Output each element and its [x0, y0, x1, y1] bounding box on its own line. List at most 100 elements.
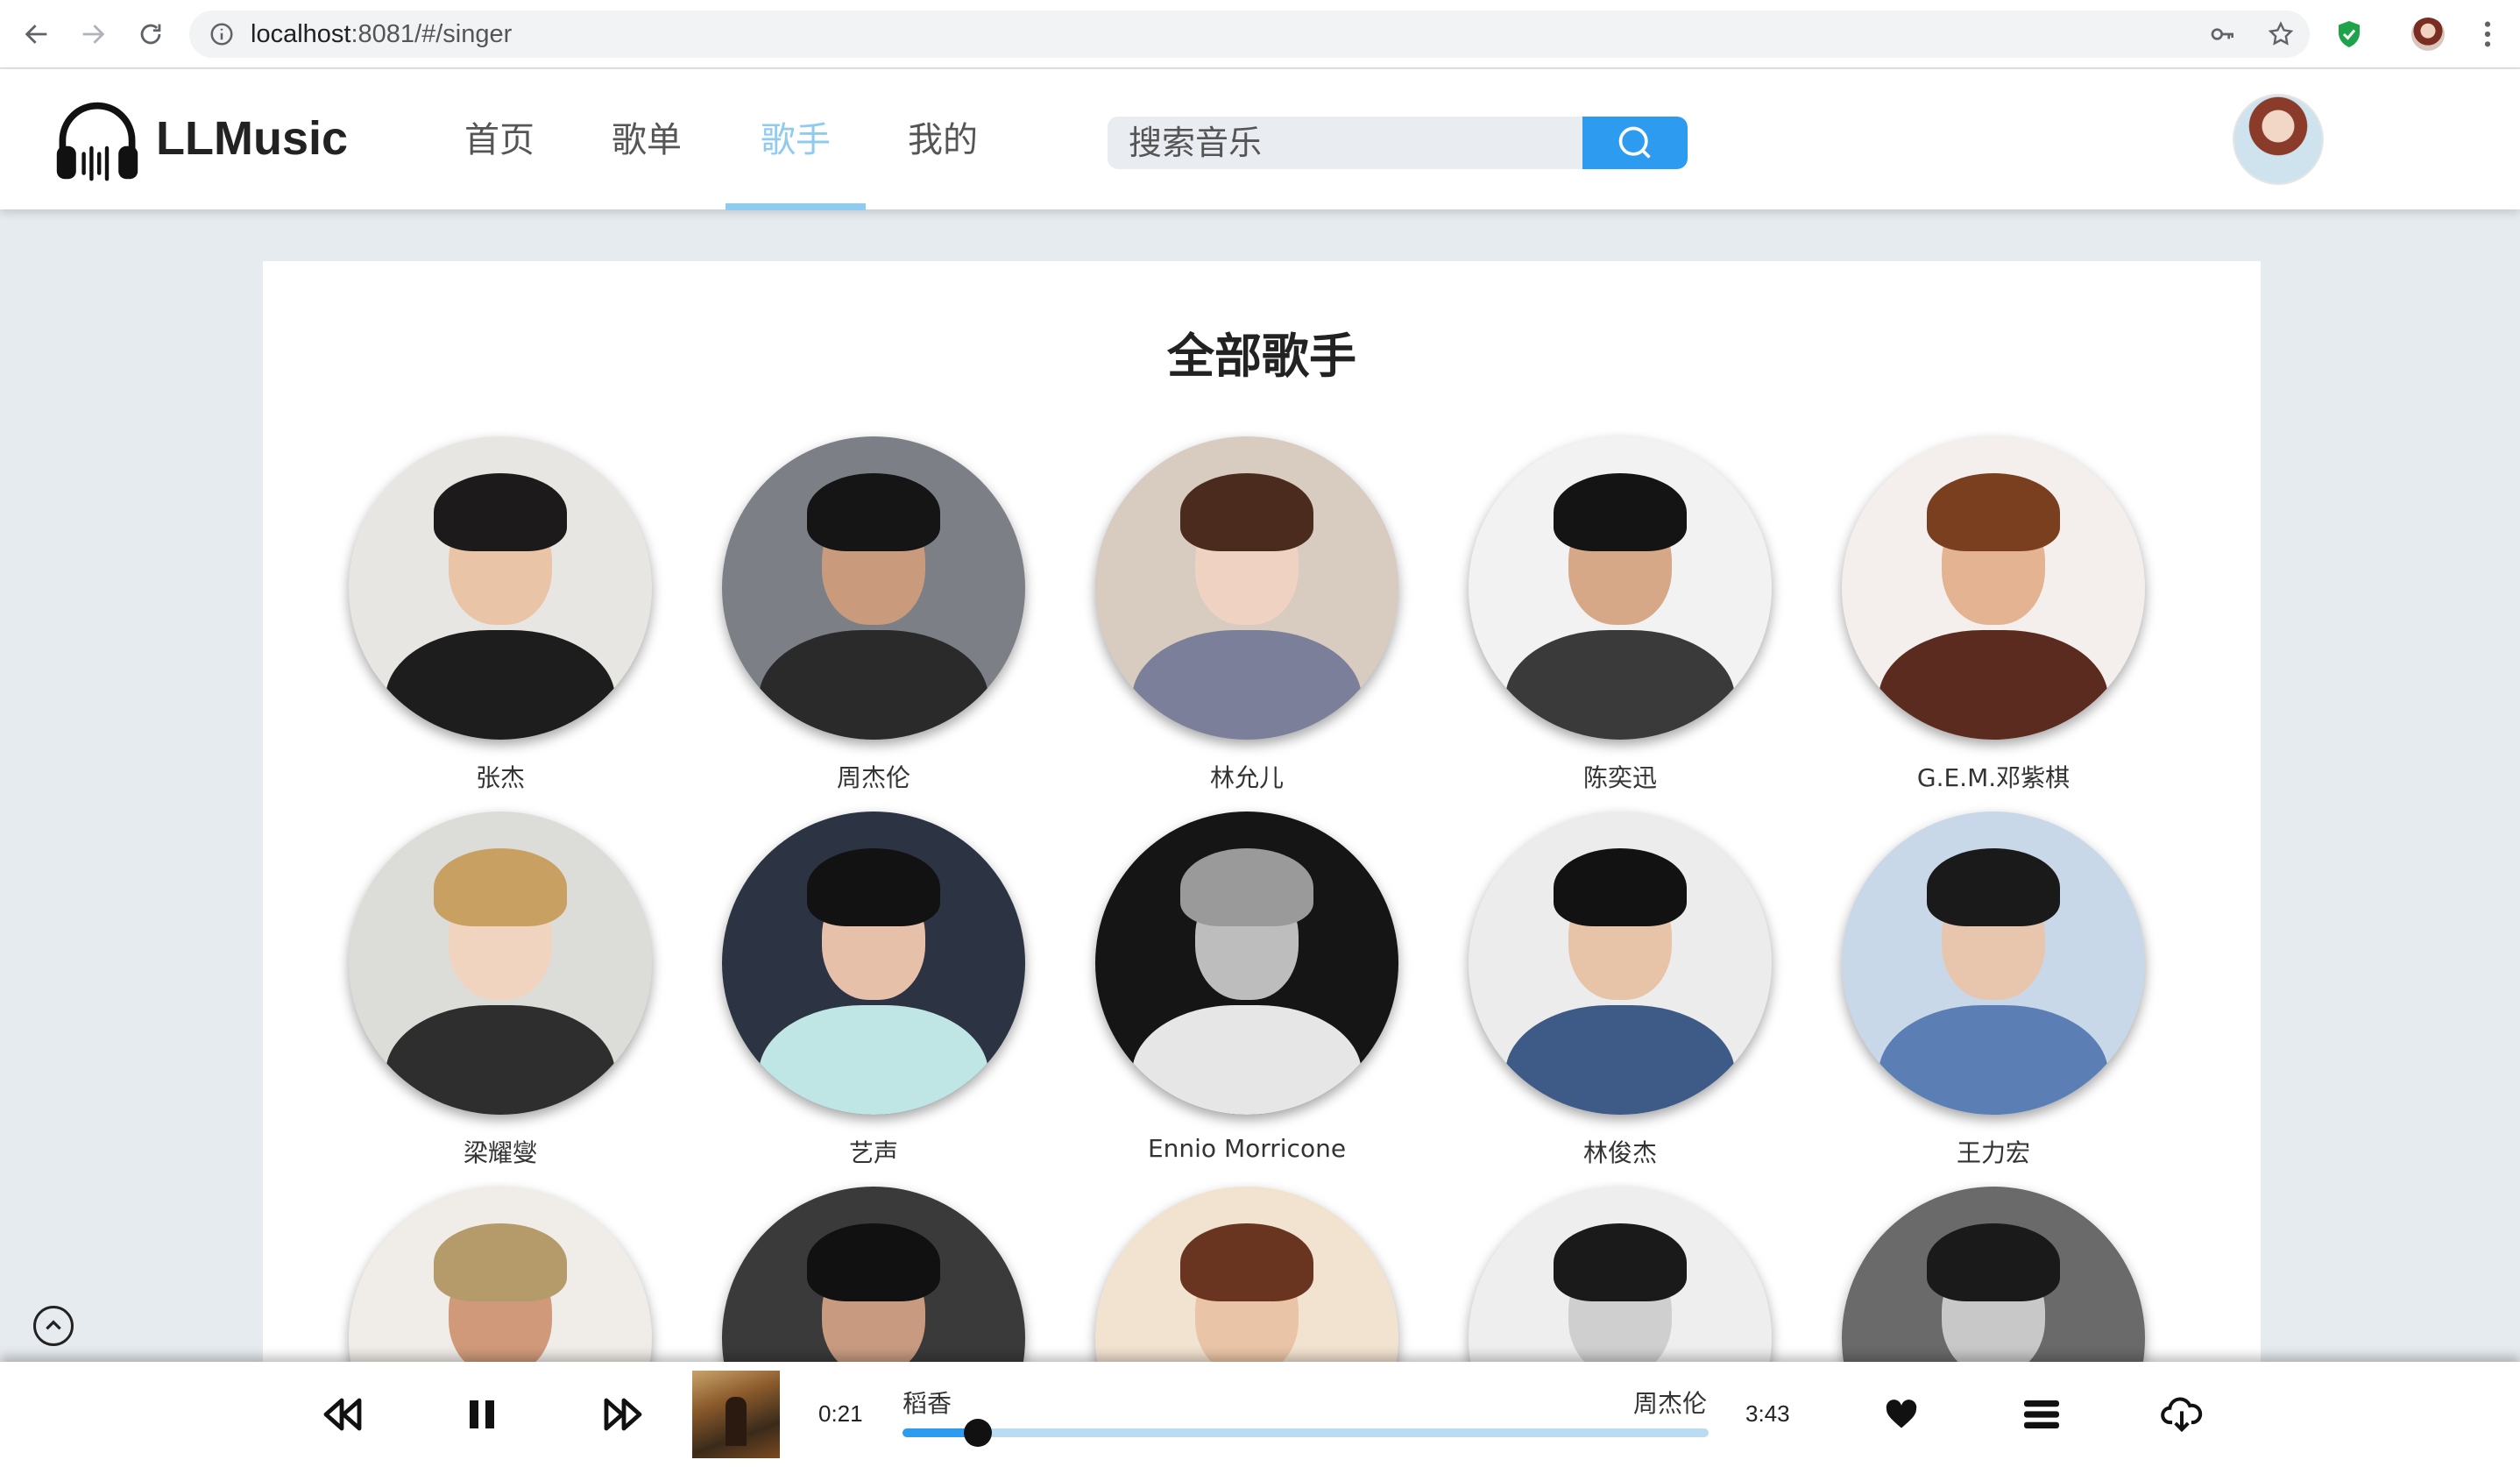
singer-name[interactable]: 林俊杰: [1469, 1134, 1772, 1169]
nav-playlist[interactable]: 歌单: [612, 111, 682, 209]
portrait-hair: [433, 1222, 568, 1302]
singer-photo[interactable]: [722, 436, 1025, 740]
progress-bar[interactable]: [903, 1419, 1709, 1447]
search-button[interactable]: [1582, 117, 1688, 169]
singer-card[interactable]: 林俊杰: [1469, 811, 1772, 1169]
user-avatar[interactable]: [2233, 94, 2324, 185]
singer-photo[interactable]: [1095, 1187, 1398, 1365]
menu-kebab-icon[interactable]: [2466, 12, 2509, 56]
logo[interactable]: LLMusic: [49, 90, 348, 187]
pause-icon: [470, 1400, 494, 1428]
singer-photo[interactable]: [349, 436, 652, 740]
singer-photo[interactable]: [1842, 436, 2145, 740]
singer-card[interactable]: G.E.M.邓紫棋: [1842, 436, 2145, 794]
singer-card[interactable]: Ennio Morricone: [1095, 811, 1398, 1163]
singer-card[interactable]: [349, 1187, 652, 1365]
address-bar[interactable]: localhost:8081/#/singer: [189, 11, 2310, 58]
shield-extension-icon[interactable]: [2327, 12, 2371, 56]
singer-name[interactable]: 梁耀燮: [349, 1134, 652, 1169]
singer-photo[interactable]: [1469, 1187, 1772, 1365]
singer-name[interactable]: 林允儿: [1095, 759, 1398, 794]
singer-name[interactable]: 陈奕迅: [1469, 759, 1772, 794]
singer-photo[interactable]: [1095, 811, 1398, 1115]
singer-photo[interactable]: [722, 1187, 1025, 1365]
singer-photo[interactable]: [1842, 811, 2145, 1115]
song-title: 稻香: [903, 1389, 952, 1418]
progress-handle[interactable]: [964, 1419, 993, 1447]
search-icon: [1618, 126, 1651, 159]
next-track-button[interactable]: [596, 1388, 648, 1441]
playlist-button[interactable]: [2015, 1388, 2068, 1441]
singer-portrait: [349, 436, 652, 740]
singer-name[interactable]: G.E.M.邓紫棋: [1842, 759, 2145, 794]
back-to-top-button[interactable]: [33, 1306, 74, 1346]
singer-name[interactable]: 张杰: [349, 759, 652, 794]
singer-photo[interactable]: [1469, 436, 1772, 740]
previous-track-button[interactable]: [317, 1388, 370, 1441]
singer-card[interactable]: 陈奕迅: [1469, 436, 1772, 794]
list-icon: [2024, 1400, 2059, 1428]
forward-button[interactable]: [65, 0, 121, 68]
chevron-up-icon: [46, 1320, 61, 1330]
key-icon[interactable]: [2201, 12, 2245, 56]
nav-home[interactable]: 首页: [464, 111, 534, 209]
portrait-body: [1878, 630, 2109, 740]
arrow-right-icon: [82, 25, 105, 44]
nav-mine[interactable]: 我的: [908, 111, 978, 209]
singer-portrait: [1842, 1187, 2145, 1365]
singer-card[interactable]: 林允儿: [1095, 436, 1398, 794]
portrait-body: [1504, 1005, 1736, 1115]
singer-card[interactable]: [722, 1187, 1025, 1365]
portrait-body: [758, 630, 989, 740]
singer-card[interactable]: 艺声: [722, 811, 1025, 1169]
album-cover[interactable]: [692, 1371, 780, 1458]
singer-name[interactable]: 周杰伦: [722, 759, 1025, 794]
portrait-body: [1131, 630, 1363, 740]
portrait-hair: [1553, 472, 1688, 552]
singer-photo[interactable]: [1842, 1187, 2145, 1365]
singer-photo[interactable]: [1095, 436, 1398, 740]
url-text: localhost:8081/#/singer: [251, 20, 512, 49]
singer-name[interactable]: 艺声: [722, 1134, 1025, 1169]
singer-photo[interactable]: [349, 811, 652, 1115]
singer-card[interactable]: 周杰伦: [722, 436, 1025, 794]
singer-card[interactable]: 王力宏: [1842, 811, 2145, 1169]
page-title: 全部歌手: [1167, 329, 1356, 384]
singer-card[interactable]: [1095, 1187, 1398, 1365]
search-input[interactable]: [1108, 117, 1581, 169]
like-button[interactable]: [1875, 1388, 1928, 1441]
singer-portrait: [1469, 811, 1772, 1115]
portrait-hair: [806, 1222, 941, 1302]
nav-singer[interactable]: 歌手: [761, 111, 831, 209]
singer-card[interactable]: [1469, 1187, 1772, 1365]
arrow-left-icon: [25, 25, 47, 44]
singer-name[interactable]: 王力宏: [1842, 1134, 2145, 1169]
portrait-hair: [433, 472, 568, 552]
singer-card[interactable]: [1842, 1187, 2145, 1365]
portrait-body: [385, 1005, 616, 1115]
singer-card[interactable]: 梁耀燮: [349, 811, 652, 1169]
reload-icon: [140, 24, 161, 45]
singer-name[interactable]: Ennio Morricone: [1095, 1134, 1398, 1163]
cloud-download-icon: [2161, 1397, 2203, 1432]
singer-photo[interactable]: [349, 1187, 652, 1365]
profile-avatar-icon[interactable]: [2406, 12, 2450, 56]
singer-list-panel: 全部歌手 张杰 周杰伦 林允儿 陈奕迅 G.E.M.邓紫棋梁耀燮 艺声 Ennio Morr…: [263, 261, 2261, 1365]
singer-card[interactable]: 张杰: [349, 436, 652, 794]
singer-portrait: [1842, 436, 2145, 740]
pause-button[interactable]: [456, 1388, 508, 1441]
total-time: 3:43: [1745, 1400, 1790, 1427]
download-button[interactable]: [2155, 1388, 2208, 1441]
reload-button[interactable]: [123, 0, 179, 68]
portrait-hair: [1553, 1222, 1688, 1302]
portrait-hair: [1926, 1222, 2061, 1302]
heart-icon: [1886, 1400, 1917, 1428]
rewind-icon: [323, 1398, 362, 1431]
singer-photo[interactable]: [1469, 811, 1772, 1115]
browser-toolbar: localhost:8081/#/singer: [0, 0, 2520, 68]
search-box: [1108, 117, 1688, 169]
singer-photo[interactable]: [722, 811, 1025, 1115]
back-button[interactable]: [9, 0, 65, 68]
star-icon[interactable]: [2259, 12, 2303, 56]
portrait-body: [1878, 1005, 2109, 1115]
